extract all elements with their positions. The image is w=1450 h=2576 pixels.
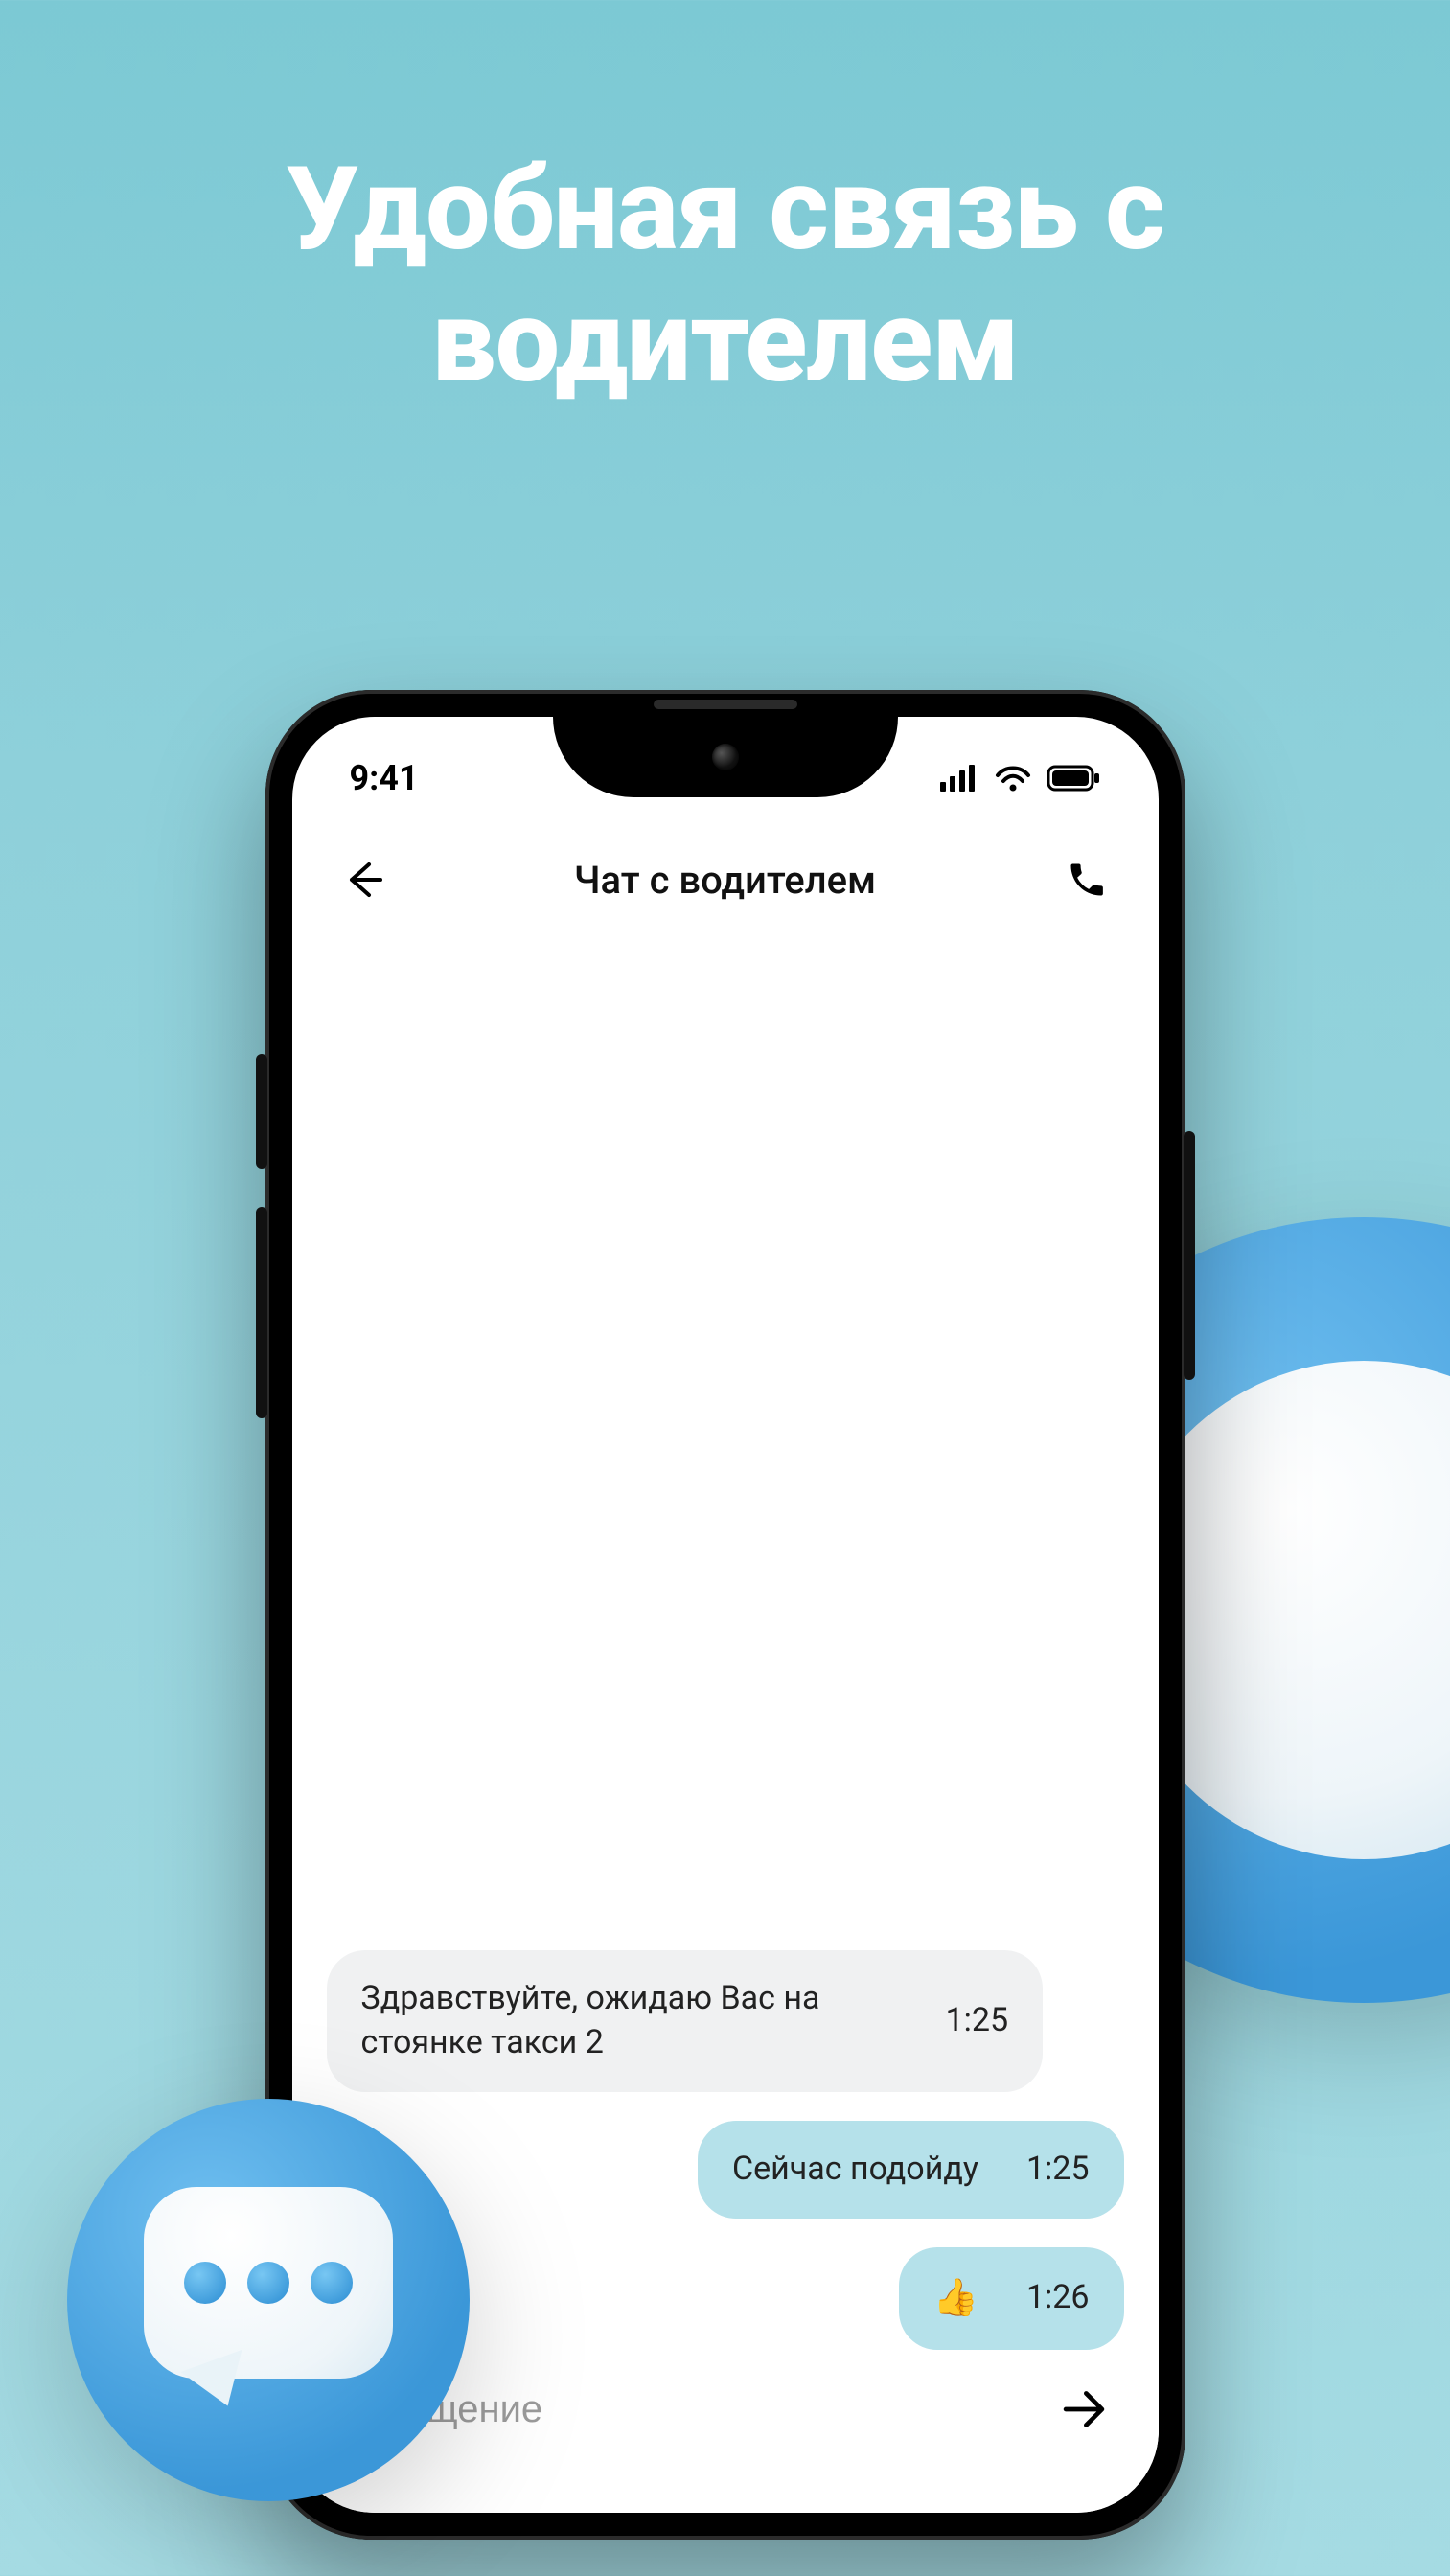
promo-title: Удобная связь с водителем: [0, 0, 1450, 408]
nav-title: Чат с водителем: [574, 858, 876, 903]
phone-side-button: [256, 1054, 267, 1169]
chat-area[interactable]: Здравствуйте, ожидаю Вас на стоянке такс…: [292, 947, 1159, 2350]
back-button[interactable]: [334, 851, 392, 908]
message-text: Здравствуйте, ожидаю Вас на стоянке такс…: [361, 1977, 898, 2065]
wifi-icon: [994, 764, 1032, 793]
arrow-right-icon: [1059, 2384, 1109, 2434]
phone-speaker: [654, 700, 797, 709]
message-text: 👍: [933, 2274, 978, 2323]
phone-notch: [553, 717, 898, 797]
send-button[interactable]: [1051, 2377, 1116, 2442]
front-camera-icon: [712, 744, 739, 770]
message-text: Сейчас подойду: [732, 2148, 978, 2192]
cellular-signal-icon: [940, 765, 978, 792]
phone-side-button: [256, 1208, 267, 1418]
message-time: 1:25: [946, 1999, 1009, 2043]
call-button[interactable]: [1058, 851, 1116, 908]
message-incoming: Здравствуйте, ожидаю Вас на стоянке такс…: [327, 1950, 1124, 2092]
message-time: 1:26: [1026, 2276, 1090, 2320]
arrow-left-icon: [342, 859, 384, 901]
message-time: 1:25: [1026, 2148, 1090, 2192]
status-time: 9:41: [350, 758, 419, 798]
nav-bar: Чат с водителем: [292, 813, 1159, 937]
decorative-chat-bubble-disc: [67, 2099, 470, 2501]
phone-side-button: [1184, 1131, 1195, 1380]
message-outgoing: Сейчас подойду 1:25: [327, 2121, 1124, 2219]
battery-icon: [1047, 765, 1101, 792]
phone-icon: [1066, 859, 1108, 901]
chat-bubble-icon: [144, 2187, 393, 2398]
